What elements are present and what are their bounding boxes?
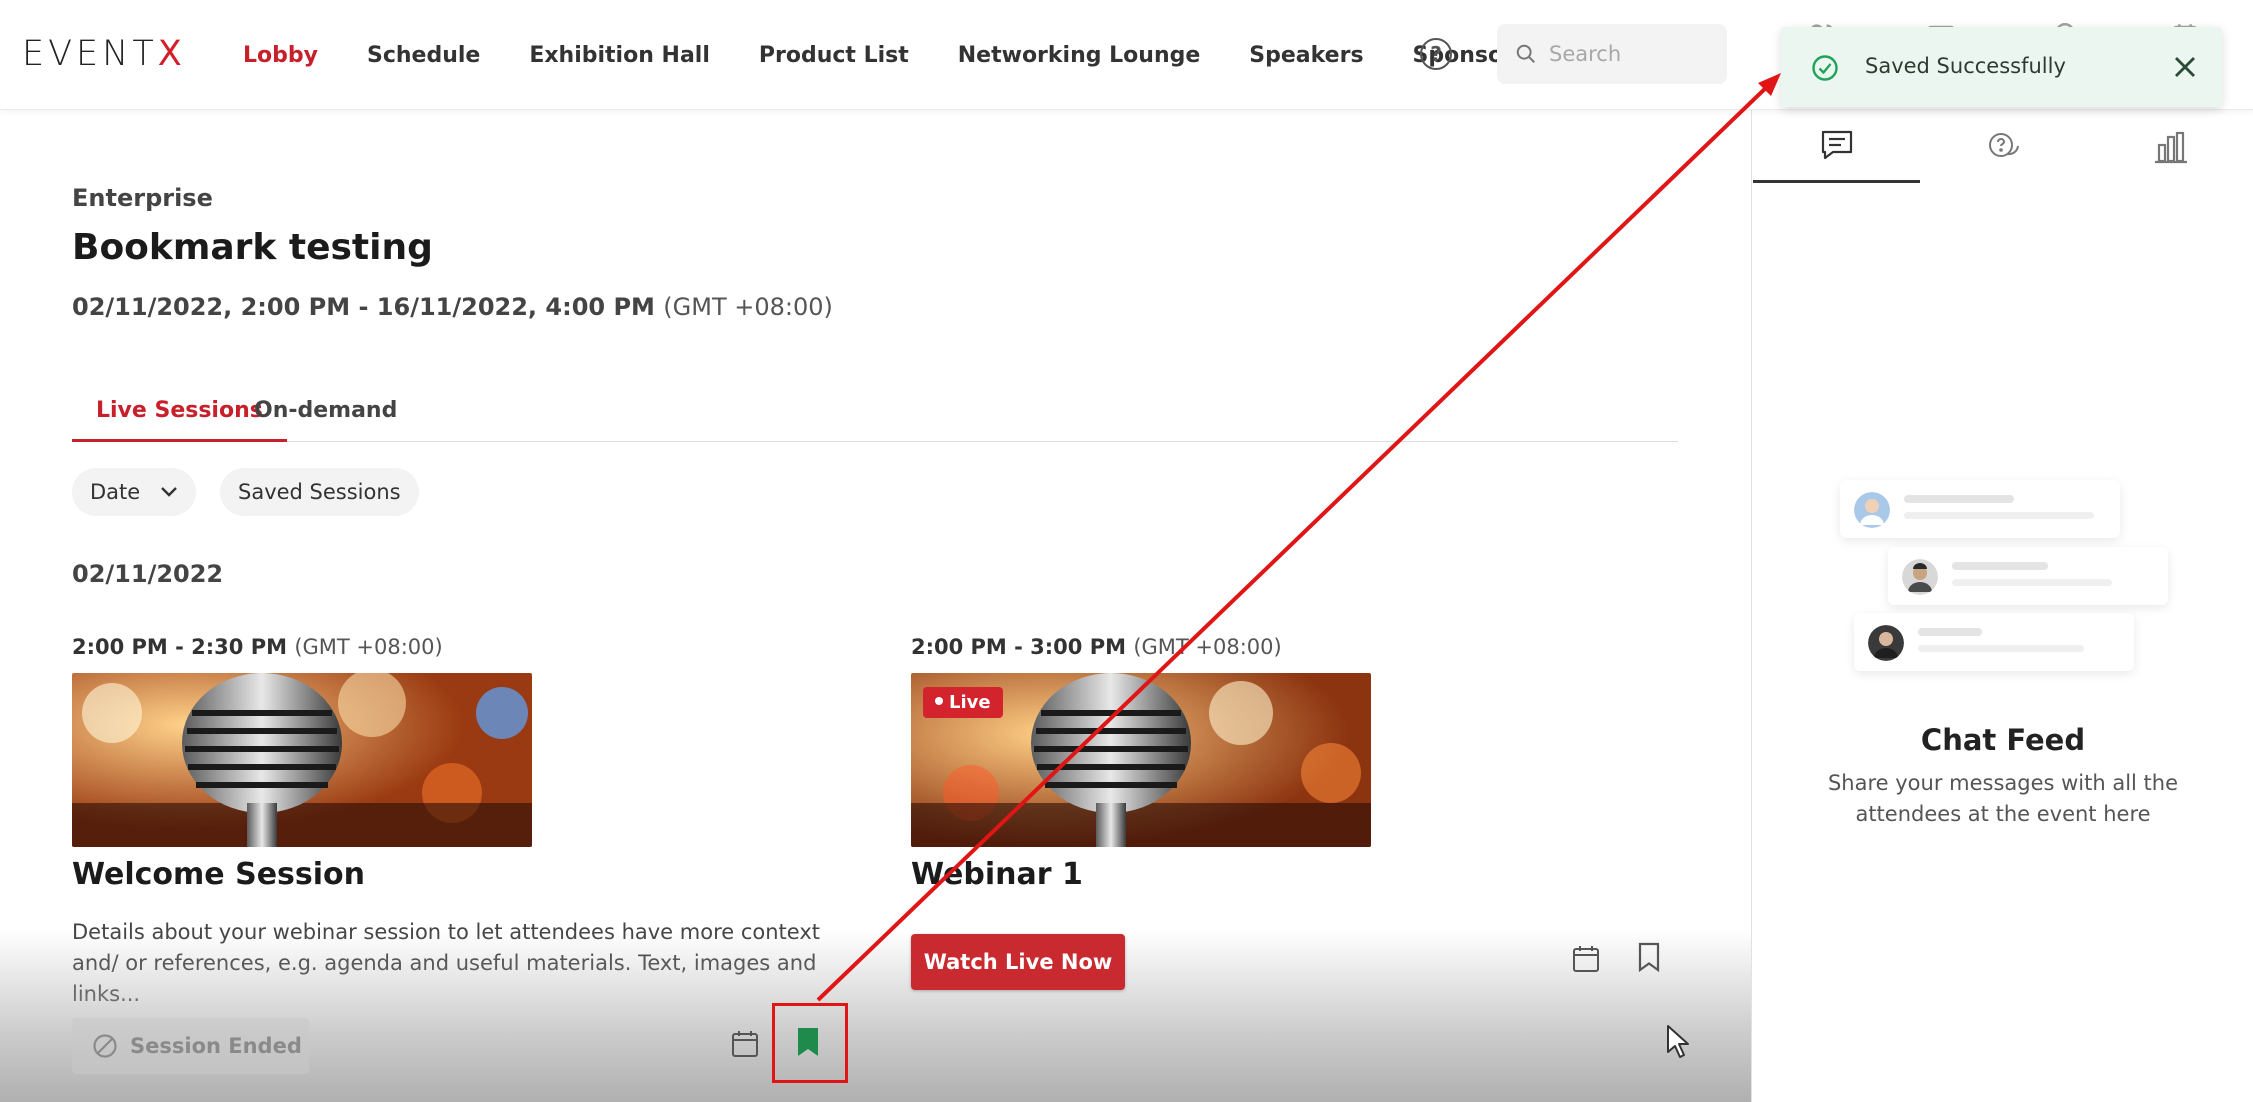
session-card: 2:00 PM - 3:00 PM (GMT +08:00) Live Webi… — [911, 635, 1691, 892]
question-chat-icon — [1988, 132, 2019, 157]
add-to-calendar-icon[interactable] — [1569, 942, 1603, 976]
check-circle-icon — [1812, 55, 1838, 81]
live-badge: Live — [923, 687, 1003, 718]
toast-message: Saved Successfully — [1865, 54, 2066, 78]
success-toast: Saved Successfully — [1781, 27, 2222, 107]
chat-feed-subtitle: Share your messages with all the attende… — [1827, 771, 2179, 826]
main-nav: Lobby Schedule Exhibition Hall Product L… — [243, 0, 1576, 110]
date-filter-label: Date — [90, 480, 141, 504]
event-category: Enterprise — [72, 184, 213, 212]
nav-speakers[interactable]: Speakers — [1249, 43, 1363, 68]
main-content: Enterprise Bookmark testing 02/11/2022, … — [0, 110, 1751, 1102]
session-time: 2:00 PM - 2:30 PM (GMT +08:00) — [72, 635, 443, 659]
avatar — [1868, 625, 1904, 661]
close-icon[interactable] — [2172, 54, 2198, 80]
date-heading: 02/11/2022 — [72, 560, 224, 588]
search-box[interactable] — [1497, 24, 1727, 84]
help-icon[interactable]: ? — [1420, 38, 1452, 70]
session-time: 2:00 PM - 3:00 PM (GMT +08:00) — [911, 635, 1282, 659]
chat-placeholder-card — [1840, 480, 2120, 538]
chat-placeholder-card — [1854, 613, 2134, 671]
avatar — [1902, 559, 1938, 595]
session-description: Details about your webinar session to le… — [72, 920, 820, 1006]
session-title[interactable]: Welcome Session — [72, 857, 365, 892]
session-tabs: Live Sessions On-demand — [72, 380, 1678, 442]
eventx-logo[interactable]: EVENTX — [22, 34, 186, 74]
nav-product-list[interactable]: Product List — [759, 43, 909, 68]
chevron-down-icon — [161, 487, 178, 497]
session-thumbnail[interactable] — [72, 673, 532, 847]
nav-exhibition-hall[interactable]: Exhibition Hall — [529, 43, 710, 68]
tab-qna[interactable] — [1920, 110, 2087, 183]
bar-chart-icon — [2154, 131, 2187, 163]
session-thumbnail[interactable]: Live — [911, 673, 1371, 847]
search-icon — [1516, 44, 1535, 63]
right-side-panel: Chat Feed Share your messages with all t… — [1751, 110, 2253, 1102]
search-input[interactable] — [1549, 42, 1709, 66]
tab-chat[interactable] — [1753, 110, 1920, 183]
chat-feed-title: Chat Feed — [1920, 723, 2086, 757]
chat-placeholder-card — [1888, 547, 2168, 605]
microphone-image — [72, 673, 532, 847]
nav-networking-lounge[interactable]: Networking Lounge — [958, 43, 1201, 68]
chat-icon — [1821, 130, 1852, 160]
date-filter-dropdown[interactable]: Date — [72, 468, 197, 516]
tab-on-demand[interactable]: On-demand — [230, 380, 421, 442]
nav-schedule[interactable]: Schedule — [367, 43, 480, 68]
page-title: Bookmark testing — [72, 227, 433, 268]
saved-sessions-filter[interactable]: Saved Sessions — [220, 468, 419, 516]
session-title[interactable]: Webinar 1 — [911, 857, 1083, 892]
session-ended-button: Session Ended — [72, 1018, 309, 1074]
bookmark-outline-icon[interactable] — [1632, 940, 1666, 974]
mouse-cursor-icon — [1667, 1025, 1689, 1058]
add-to-calendar-icon[interactable] — [728, 1027, 762, 1061]
watch-live-button[interactable]: Watch Live Now — [911, 934, 1125, 990]
annotation-highlight-box — [772, 1003, 848, 1083]
tab-polls[interactable] — [2087, 110, 2253, 183]
nav-lobby[interactable]: Lobby — [243, 43, 318, 68]
event-dates: 02/11/2022, 2:00 PM - 16/11/2022, 4:00 P… — [72, 293, 833, 321]
session-card: 2:00 PM - 2:30 PM (GMT +08:00) Welcome S… — [72, 635, 852, 1006]
ban-icon — [93, 1034, 117, 1058]
avatar — [1854, 492, 1890, 528]
